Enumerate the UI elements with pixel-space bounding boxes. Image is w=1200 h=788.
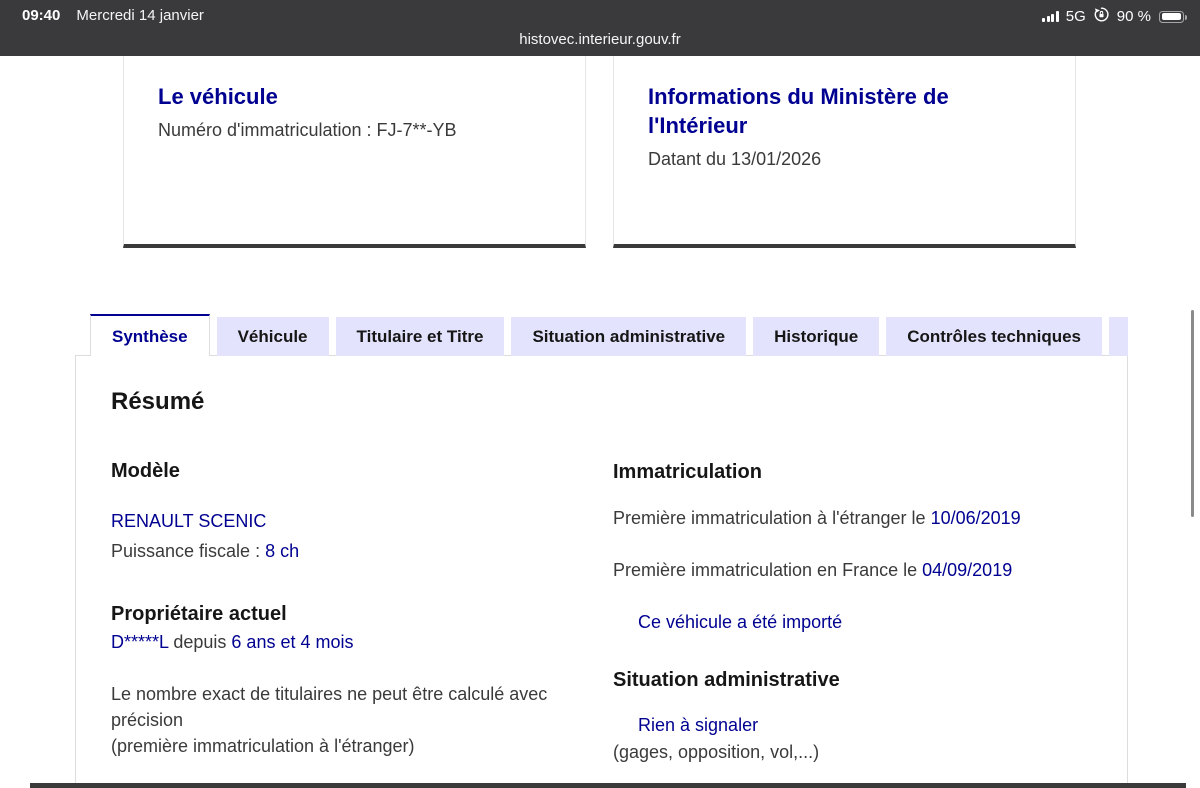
panel-title: Résumé bbox=[111, 388, 603, 417]
orientation-lock-icon bbox=[1093, 6, 1110, 27]
first-registration-foreign-date: 10/06/2019 bbox=[931, 508, 1021, 528]
address-bar[interactable]: histovec.interieur.gouv.fr bbox=[519, 31, 680, 48]
model-link[interactable]: RENAULT SCENIC bbox=[111, 511, 603, 532]
situation-note: (gages, opposition, vol,...) bbox=[613, 742, 1103, 763]
first-registration-foreign-label: Première immatriculation à l'étranger le bbox=[613, 508, 931, 528]
ministry-card-title: Informations du Ministère de l'Intérieur bbox=[648, 82, 993, 140]
battery-icon bbox=[1159, 11, 1184, 23]
tab-historique[interactable]: Historique bbox=[753, 317, 879, 356]
safari-toolbar: 09:40 Mercredi 14 janvier 5G 90 % histov… bbox=[0, 0, 1200, 56]
status-time: 09:40 bbox=[22, 7, 60, 24]
ministry-card: Informations du Ministère de l'Intérieur… bbox=[613, 56, 1076, 248]
status-left: 09:40 Mercredi 14 janvier bbox=[22, 7, 204, 24]
tab-situation-administrative[interactable]: Situation administrative bbox=[511, 317, 746, 356]
first-registration-france-date: 04/09/2019 bbox=[922, 560, 1012, 580]
situation-heading: Situation administrative bbox=[613, 668, 1103, 692]
fiscal-power-value: 8 ch bbox=[265, 541, 299, 561]
next-section-top-border bbox=[30, 783, 1186, 788]
fiscal-power-label: Puissance fiscale : bbox=[111, 541, 265, 561]
vehicle-card: Le véhicule Numéro d'immatriculation : F… bbox=[123, 56, 586, 248]
page-scrollbar[interactable] bbox=[1191, 310, 1194, 517]
network-type-label: 5G bbox=[1066, 8, 1086, 25]
model-heading: Modèle bbox=[111, 459, 603, 483]
vehicle-card-plate: Numéro d'immatriculation : FJ-7**-YB bbox=[158, 120, 557, 141]
summary-right-column: Immatriculation Première immatriculation… bbox=[613, 356, 1103, 763]
owner-since-label: depuis bbox=[168, 632, 231, 652]
owner-line: D*****L depuis 6 ans et 4 mois bbox=[111, 632, 603, 653]
cellular-signal-icon bbox=[1042, 11, 1059, 22]
owner-heading: Propriétaire actuel bbox=[111, 602, 603, 626]
ministry-card-date: Datant du 13/01/2026 bbox=[648, 149, 1047, 170]
tab-controles-techniques[interactable]: Contrôles techniques bbox=[886, 317, 1102, 356]
nothing-to-report-link[interactable]: Rien à signaler bbox=[613, 715, 1103, 736]
summary-left-column: Résumé Modèle RENAULT SCENIC Puissance f… bbox=[111, 356, 603, 759]
tab-vehicule[interactable]: Véhicule bbox=[217, 317, 329, 356]
tab-synthese[interactable]: Synthèse bbox=[90, 314, 210, 356]
owner-note-line1: Le nombre exact de titulaires ne peut êt… bbox=[111, 684, 547, 730]
tab-titulaire-et-titre[interactable]: Titulaire et Titre bbox=[336, 317, 505, 356]
fiscal-power-line: Puissance fiscale : 8 ch bbox=[111, 541, 603, 562]
imported-vehicle-link[interactable]: Ce véhicule a été importé bbox=[613, 612, 1103, 633]
battery-percent-label: 90 % bbox=[1117, 8, 1151, 25]
owner-code: D*****L bbox=[111, 632, 168, 652]
owner-note: Le nombre exact de titulaires ne peut êt… bbox=[111, 681, 603, 759]
synthese-panel: Résumé Modèle RENAULT SCENIC Puissance f… bbox=[75, 355, 1128, 788]
tab-kilometrage[interactable]: Kilométrage bbox=[1109, 317, 1128, 356]
vehicle-card-title: Le véhicule bbox=[158, 82, 557, 111]
first-registration-foreign-line: Première immatriculation à l'étranger le… bbox=[613, 508, 1103, 529]
tab-bar: Synthèse Véhicule Titulaire et Titre Sit… bbox=[75, 313, 1128, 356]
status-date: Mercredi 14 janvier bbox=[76, 7, 204, 24]
immatriculation-heading: Immatriculation bbox=[613, 460, 1103, 484]
owner-note-line2: (première immatriculation à l'étranger) bbox=[111, 736, 415, 756]
status-right: 5G 90 % bbox=[1042, 6, 1184, 27]
first-registration-france-line: Première immatriculation en France le 04… bbox=[613, 560, 1103, 581]
owner-since-value: 6 ans et 4 mois bbox=[231, 632, 353, 652]
first-registration-france-label: Première immatriculation en France le bbox=[613, 560, 922, 580]
